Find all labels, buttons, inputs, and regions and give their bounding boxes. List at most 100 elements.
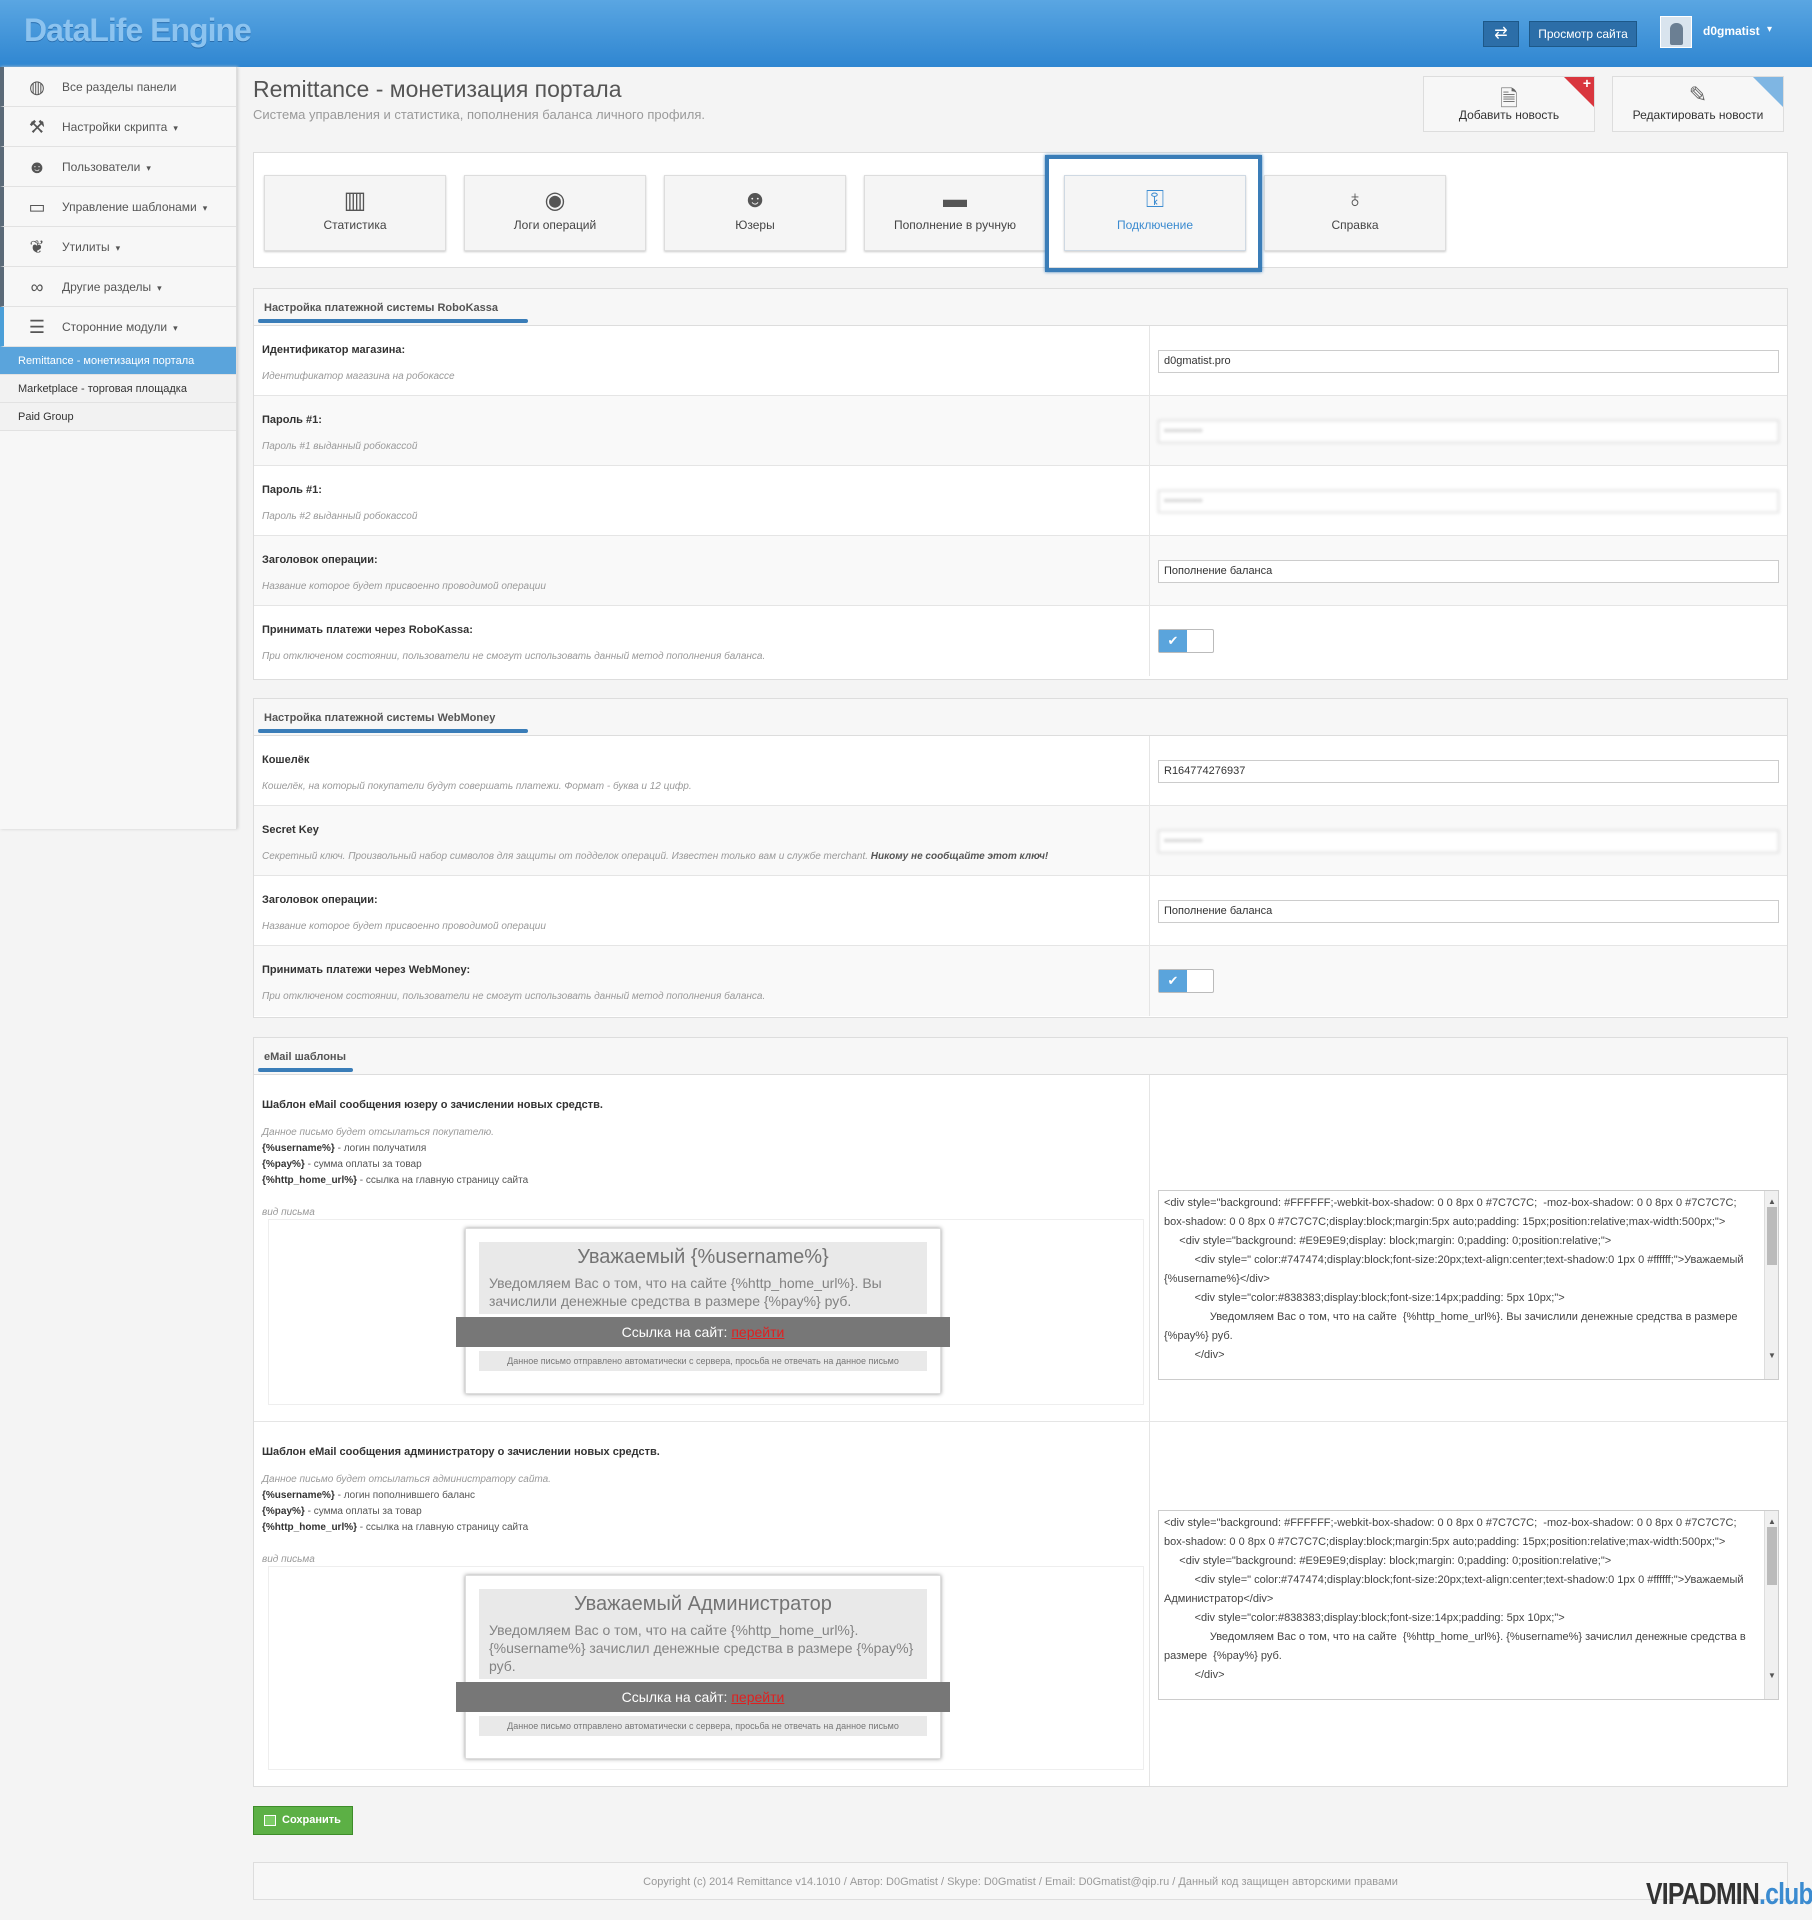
scrollbar[interactable]: ▲ ▼ [1764, 1191, 1778, 1379]
save-label: Сохранить [282, 1814, 341, 1826]
field-hint: При отключеном состоянии, пользователи н… [262, 991, 766, 1002]
tab-label: Логи операций [513, 218, 597, 232]
sidebar-item-label: Утилиты [62, 240, 110, 254]
field-label: Заголовок операции: [262, 894, 378, 906]
field-hint: Название которое будет присвоенно провод… [262, 581, 546, 592]
swap-button[interactable]: ⇄ [1483, 21, 1519, 47]
globe-icon: ◍ [29, 77, 45, 97]
form-row: Заголовок операции: Название которое буд… [254, 536, 1787, 606]
sidebar-subitem-remittance[interactable]: Remittance - монетизация портала [0, 347, 236, 375]
operation-title-input[interactable]: Пополнение баланса [1158, 900, 1779, 923]
page-title: Remittance - монетизация портала [253, 76, 622, 102]
shop-id-input[interactable]: d0gmatist.pro [1158, 350, 1779, 373]
sidebar-item-label: Управление шаблонами [62, 200, 197, 214]
tabs-panel: ▥ Статистика ◉ Логи операций ☻ Юзеры ▬ П… [253, 152, 1788, 268]
active-tab-highlight [1045, 155, 1262, 272]
field-hint: Пароль #2 выданный робокассой [262, 511, 418, 522]
webmoney-toggle[interactable]: ✔ [1158, 969, 1214, 993]
robokassa-panel: Настройка платежной системы RoboKassa Ид… [253, 288, 1788, 680]
letter-footer: Данное письмо отправлено автоматически с… [479, 1351, 927, 1371]
edit-corner [1753, 77, 1783, 107]
field-label: Шаблон eMail сообщения юзеру о зачислени… [262, 1099, 603, 1111]
wallet-input[interactable]: R164774276937 [1158, 760, 1779, 783]
sidebar-subitem-marketplace[interactable]: Marketplace - торговая площадка [0, 375, 236, 403]
tab-label: Статистика [323, 218, 387, 232]
chevron-down-icon: ▾ [202, 203, 208, 213]
tab-label: Справка [1331, 218, 1379, 232]
edit-news-button[interactable]: ✎ Редактировать новости [1612, 76, 1784, 132]
sidebar-item-label: Сторонние модули [62, 320, 168, 334]
letter-link[interactable]: перейти [731, 1689, 784, 1705]
avatar[interactable] [1660, 16, 1692, 48]
field-label: Пароль #1: [262, 414, 322, 426]
page-subtitle: Система управления и статистика, пополне… [253, 107, 706, 122]
user-name[interactable]: d0gmatist [1703, 24, 1760, 38]
secret-key-input[interactable]: •••••••••• [1158, 830, 1779, 853]
password2-input[interactable]: •••••••••• [1158, 490, 1779, 513]
email-templates-panel: eMail шаблоны Шаблон eMail сообщения юзе… [253, 1037, 1788, 1787]
letter-text: Уведомляем Вас о том, что на сайте {%htt… [489, 1622, 914, 1674]
admin-template-code[interactable]: <div style="background: #FFFFFF;-webkit-… [1158, 1510, 1779, 1700]
wrench-icon: ⚒ [28, 117, 46, 137]
logo[interactable]: DataLife Engine [24, 12, 252, 49]
password1-input[interactable]: •••••••••• [1158, 420, 1779, 443]
field-label: Пароль #1: [262, 484, 322, 496]
template-vars: Данное письмо будет отсылаться покупател… [262, 1127, 529, 1218]
tab-help[interactable]: ♁ Справка [1264, 175, 1446, 251]
form-row: Принимать платежи через RoboKassa: При о… [254, 606, 1787, 676]
form-row: Идентификатор магазина: Идентификатор ма… [254, 326, 1787, 396]
sidebar-item-label: Пользователи [62, 160, 141, 174]
check-icon: ✔ [1159, 970, 1187, 992]
field-label: Secret Key [262, 824, 319, 836]
form-row: Secret Key Секретный ключ. Произвольный … [254, 806, 1787, 876]
sidebar-item-modules[interactable]: ☰ Сторонние модули ▾ [0, 307, 236, 347]
chevron-down-icon: ▾ [173, 323, 178, 333]
form-row: Кошелёк Кошелёк, на который покупатели б… [254, 736, 1787, 806]
sidebar-subitem-paid-group[interactable]: Paid Group [0, 403, 236, 431]
panel-title: Настройка платежной системы WebMoney [264, 712, 496, 724]
sidebar-item-all[interactable]: ◍ Все разделы панели [0, 67, 236, 107]
arrow-down-icon: ▼ [1768, 1671, 1776, 1680]
robokassa-toggle[interactable]: ✔ [1158, 629, 1214, 653]
add-news-label: Добавить новость [1458, 108, 1560, 122]
lightbulb-icon: ♁ [1346, 186, 1364, 213]
user-template-code[interactable]: <div style="background: #FFFFFF;-webkit-… [1158, 1190, 1779, 1380]
tab-manual-topup[interactable]: ▬ Пополнение в ручную [864, 175, 1046, 251]
field-hint: Кошелёк, на который покупатели будут сов… [262, 781, 692, 792]
sidebar-item-label: Настройки скрипта [62, 120, 168, 134]
tab-statistics[interactable]: ▥ Статистика [264, 175, 446, 251]
webmoney-panel: Настройка платежной системы WebMoney Кош… [253, 698, 1788, 1018]
sidebar-item-other[interactable]: ∞ Другие разделы ▾ [0, 267, 236, 307]
save-button[interactable]: Сохранить [253, 1806, 353, 1835]
footer: Copyright (c) 2014 Remittance v14.1010 /… [253, 1862, 1788, 1900]
add-news-button[interactable]: 🗎 Добавить новость + [1423, 75, 1595, 132]
user-template-row: Шаблон eMail сообщения юзеру о зачислени… [254, 1075, 1787, 1422]
field-label: Принимать платежи через WebMoney: [262, 964, 471, 976]
tab-logs[interactable]: ◉ Логи операций [464, 175, 646, 251]
letter-link[interactable]: перейти [731, 1324, 784, 1340]
save-icon [264, 1815, 276, 1826]
field-label: Принимать платежи через RoboKassa: [262, 624, 473, 636]
chevron-down-icon: ▾ [157, 283, 162, 293]
users-icon: ☻ [742, 186, 768, 213]
scrollbar[interactable]: ▲ ▼ [1764, 1511, 1778, 1699]
letter-preview: Уважаемый {%username%} Уведомляем Вас о … [456, 1228, 950, 1394]
form-row: Пароль #1: Пароль #2 выданный робокассой… [254, 466, 1787, 536]
email-preview: Уважаемый {%username%} Уведомляем Вас о … [268, 1219, 1144, 1405]
form-row: Пароль #1: Пароль #1 выданный робокассой… [254, 396, 1787, 466]
check-icon: ✔ [1159, 630, 1187, 652]
operation-title-input[interactable]: Пополнение баланса [1158, 560, 1779, 583]
sidebar-item-script-settings[interactable]: ⚒ Настройки скрипта ▾ [0, 107, 236, 147]
sidebar-item-templates[interactable]: ▭ Управление шаблонами ▾ [0, 187, 236, 227]
sidebar: ◍ Все разделы панели ⚒ Настройки скрипта… [0, 67, 237, 829]
sidebar-item-utilities[interactable]: ❦ Утилиты ▾ [0, 227, 236, 267]
panel-title: Настройка платежной системы RoboKassa [264, 302, 498, 314]
view-site-button[interactable]: Просмотр сайта [1529, 21, 1637, 47]
plus-icon: + [1582, 75, 1591, 91]
chevron-down-icon[interactable]: ▾ [1767, 24, 1772, 35]
tab-users[interactable]: ☻ Юзеры [664, 175, 846, 251]
field-hint: При отключеном состоянии, пользователи н… [262, 651, 766, 662]
credit-card-icon: ▬ [943, 186, 967, 213]
field-hint: Пароль #1 выданный робокассой [262, 441, 418, 452]
sidebar-item-users[interactable]: ☻ Пользователи ▾ [0, 147, 236, 187]
